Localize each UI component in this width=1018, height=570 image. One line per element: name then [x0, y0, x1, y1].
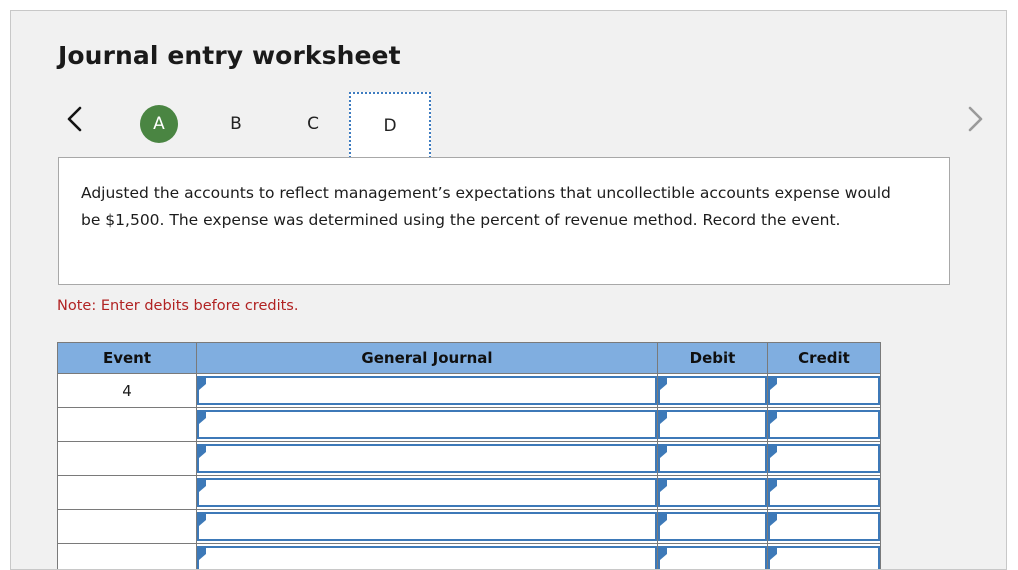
entry-description-text: Adjusted the accounts to reflect managem…: [81, 180, 909, 234]
cell-event: [58, 442, 197, 476]
tab-a-label: A: [140, 105, 178, 143]
debit-input[interactable]: [658, 546, 767, 570]
tab-b-label: B: [230, 114, 242, 134]
chevron-left-icon: [64, 104, 86, 134]
page-title: Journal entry worksheet: [58, 41, 401, 70]
table-row: [58, 442, 881, 476]
cell-event: [58, 476, 197, 510]
journal-table-body: 4: [58, 374, 881, 570]
tab-a[interactable]: A: [118, 92, 200, 156]
debit-input[interactable]: [658, 410, 767, 439]
cell-general-journal[interactable]: [197, 374, 658, 408]
cell-event: [58, 408, 197, 442]
column-header-event: Event: [58, 343, 197, 374]
cell-general-journal[interactable]: [197, 408, 658, 442]
previous-entry-button[interactable]: [58, 92, 92, 146]
next-entry-button[interactable]: [958, 92, 992, 146]
credit-input[interactable]: [768, 444, 880, 473]
entry-description-panel: Adjusted the accounts to reflect managem…: [58, 157, 950, 285]
tab-c[interactable]: C: [272, 92, 354, 156]
cell-general-journal[interactable]: [197, 510, 658, 544]
cell-event: [58, 544, 197, 570]
cell-debit[interactable]: [658, 476, 768, 510]
credit-input[interactable]: [768, 478, 880, 507]
general-journal-select[interactable]: [197, 512, 657, 541]
general-journal-select[interactable]: [197, 376, 657, 405]
table-row: [58, 544, 881, 570]
cell-debit[interactable]: [658, 510, 768, 544]
cell-credit[interactable]: [768, 442, 881, 476]
tab-c-label: C: [307, 114, 319, 134]
cell-credit[interactable]: [768, 476, 881, 510]
debit-input[interactable]: [658, 376, 767, 405]
debit-input[interactable]: [658, 478, 767, 507]
journal-table-header: Event General Journal Debit Credit: [58, 343, 881, 374]
debit-input[interactable]: [658, 444, 767, 473]
table-row: [58, 510, 881, 544]
cell-general-journal[interactable]: [197, 476, 658, 510]
general-journal-select[interactable]: [197, 546, 657, 570]
tab-b[interactable]: B: [195, 92, 277, 156]
general-journal-select[interactable]: [197, 410, 657, 439]
cell-debit[interactable]: [658, 442, 768, 476]
column-header-debit: Debit: [658, 343, 768, 374]
tab-d-label: D: [383, 116, 396, 136]
credit-input[interactable]: [768, 376, 880, 405]
cell-credit[interactable]: [768, 544, 881, 570]
table-row: [58, 476, 881, 510]
column-header-credit: Credit: [768, 343, 881, 374]
cell-credit[interactable]: [768, 408, 881, 442]
debit-input[interactable]: [658, 512, 767, 541]
cell-debit[interactable]: [658, 408, 768, 442]
cell-credit[interactable]: [768, 374, 881, 408]
table-header-row: Event General Journal Debit Credit: [58, 343, 881, 374]
journal-entry-table: Event General Journal Debit Credit 4: [57, 342, 881, 570]
chevron-right-icon: [964, 104, 986, 134]
column-header-general-journal: General Journal: [197, 343, 658, 374]
credit-input[interactable]: [768, 512, 880, 541]
cell-general-journal[interactable]: [197, 442, 658, 476]
debits-before-credits-note: Note: Enter debits before credits.: [57, 298, 298, 314]
credit-input[interactable]: [768, 546, 880, 570]
worksheet-tab-strip: A B C D: [58, 92, 988, 158]
cell-debit[interactable]: [658, 374, 768, 408]
cell-event: [58, 510, 197, 544]
cell-debit[interactable]: [658, 544, 768, 570]
credit-input[interactable]: [768, 410, 880, 439]
cell-credit[interactable]: [768, 510, 881, 544]
cell-general-journal[interactable]: [197, 544, 658, 570]
table-row: [58, 408, 881, 442]
general-journal-select[interactable]: [197, 444, 657, 473]
tab-d[interactable]: D: [349, 92, 431, 158]
worksheet-panel: Journal entry worksheet A B C D: [10, 10, 1007, 570]
general-journal-select[interactable]: [197, 478, 657, 507]
table-row: 4: [58, 374, 881, 408]
cell-event: 4: [58, 374, 197, 408]
